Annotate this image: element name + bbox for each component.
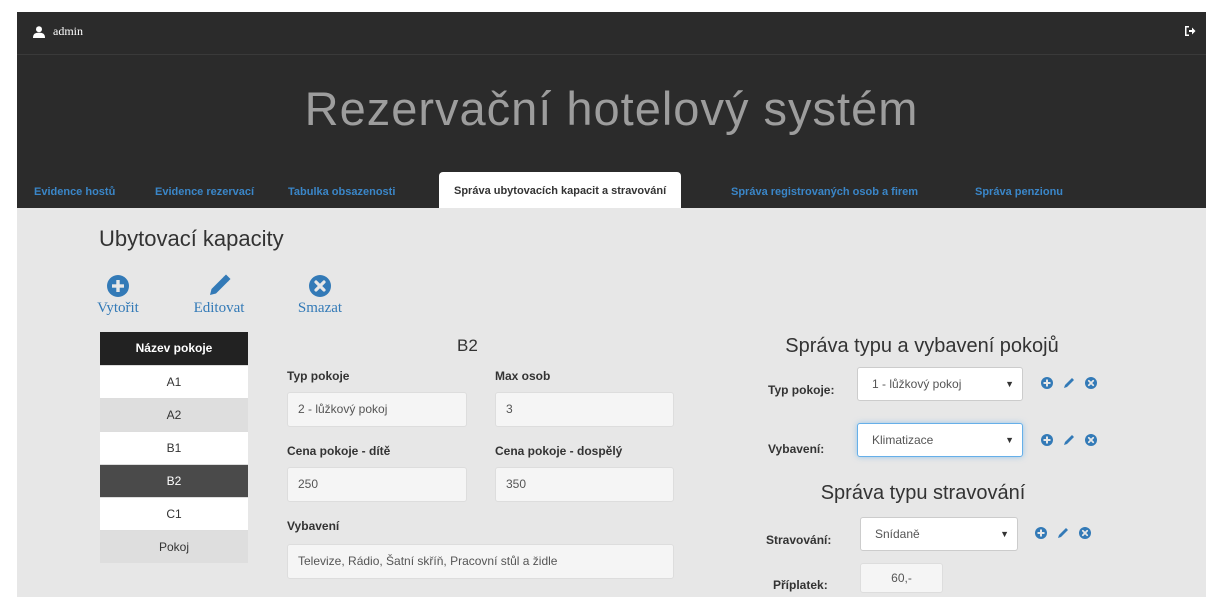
add-boarding-icon[interactable] <box>1035 527 1047 539</box>
edit-equipment-icon[interactable] <box>1062 433 1076 447</box>
delete-label: Smazat <box>297 300 343 316</box>
adult-price-label: Cena pokoje - dospělý <box>495 444 623 458</box>
room-row-c1[interactable]: C1 <box>100 497 248 530</box>
room-row-b1[interactable]: B1 <box>100 431 248 464</box>
adult-price-field[interactable]: 350 <box>495 467 674 502</box>
max-persons-label: Max osob <box>495 369 551 383</box>
room-type-label: Typ pokoje <box>287 369 350 383</box>
equipment-select-label: Vybavení: <box>768 442 825 456</box>
page-title: Rezervační hotelový systém <box>304 82 919 135</box>
edit-room-type-icon[interactable] <box>1062 376 1076 390</box>
room-type-select-value: 1 - lůžkový pokoj <box>872 377 962 391</box>
delete-equipment-icon[interactable] <box>1085 434 1097 446</box>
tab-tabulka-obsazenosti[interactable]: Tabulka obsazenosti <box>288 186 395 208</box>
equipment-label: Vybavení <box>287 519 340 533</box>
boarding-select-label: Stravování: <box>766 533 832 547</box>
room-type-actions <box>1041 376 1097 390</box>
boarding-actions <box>1035 526 1091 540</box>
create-label: Vytořit <box>97 300 139 316</box>
room-list: Název pokoje A1 A2 B1 B2 C1 Pokoj <box>100 332 248 563</box>
tab-sprava-osob[interactable]: Správa registrovaných osob a firem <box>731 186 918 208</box>
boarding-select[interactable]: Snídaně ▼ <box>860 517 1018 551</box>
logout-icon[interactable] <box>1184 25 1196 37</box>
user-menu[interactable]: admin <box>33 24 83 39</box>
top-bar: admin <box>17 12 1206 55</box>
room-list-header: Název pokoje <box>100 332 248 365</box>
add-room-type-icon[interactable] <box>1041 377 1053 389</box>
edit-boarding-icon[interactable] <box>1056 526 1070 540</box>
edit-button[interactable]: Editovat <box>179 272 259 317</box>
close-circle-icon <box>309 275 331 297</box>
edit-label: Editovat <box>193 300 245 316</box>
room-type-field[interactable]: 2 - lůžkový pokoj <box>287 392 467 427</box>
create-button[interactable]: Vytořit <box>81 272 155 317</box>
room-type-select[interactable]: 1 - lůžkový pokoj ▼ <box>857 367 1023 401</box>
delete-boarding-icon[interactable] <box>1079 527 1091 539</box>
max-persons-field[interactable]: 3 <box>495 392 674 427</box>
user-icon <box>33 25 45 38</box>
type-select-label: Typ pokoje: <box>768 383 835 397</box>
room-types-heading: Správa typu a vybavení pokojů <box>785 335 1059 357</box>
add-equipment-icon[interactable] <box>1041 434 1053 446</box>
surcharge-label: Příplatek: <box>773 578 828 592</box>
dropdown-caret-icon: ▼ <box>1005 435 1014 445</box>
room-row-a1[interactable]: A1 <box>100 365 248 398</box>
tab-sprava-penzionu[interactable]: Správa penzionu <box>975 186 1063 208</box>
boarding-select-value: Snídaně <box>875 527 920 541</box>
plus-circle-icon <box>107 275 129 297</box>
capacities-heading: Ubytovací kapacity <box>99 226 284 251</box>
tab-evidence-rezervaci[interactable]: Evidence rezervací <box>155 186 254 208</box>
surcharge-field[interactable]: 60,- <box>860 563 943 593</box>
main-content: Ubytovací kapacity Vytořit Editovat Smaz… <box>17 208 1206 597</box>
dropdown-caret-icon: ▼ <box>1005 379 1014 389</box>
boarding-heading: Správa typu stravování <box>820 482 1026 504</box>
delete-room-type-icon[interactable] <box>1085 377 1097 389</box>
delete-button[interactable]: Smazat <box>285 272 355 317</box>
child-price-field[interactable]: 250 <box>287 467 467 502</box>
room-row-pokoj[interactable]: Pokoj <box>100 530 248 563</box>
equipment-select-value: Klimatizace <box>872 433 934 447</box>
pencil-icon <box>210 274 231 295</box>
room-detail-title: B2 <box>457 336 478 355</box>
child-price-label: Cena pokoje - dítě <box>287 444 391 458</box>
room-row-b2[interactable]: B2 <box>100 464 248 497</box>
equipment-select[interactable]: Klimatizace ▼ <box>857 423 1023 457</box>
tab-sprava-kapacit[interactable]: Správa ubytovacích kapacit a stravování <box>439 172 682 208</box>
tab-evidence-hostu[interactable]: Evidence hostů <box>34 186 115 208</box>
equipment-actions <box>1041 433 1097 447</box>
username: admin <box>53 24 83 38</box>
room-row-a2[interactable]: A2 <box>100 398 248 431</box>
dropdown-caret-icon: ▼ <box>1000 529 1009 539</box>
equipment-field[interactable]: Televize, Rádio, Šatní skříň, Pracovní s… <box>287 544 674 579</box>
app-frame: admin Rezervační hotelový systém Evidenc… <box>17 12 1206 597</box>
